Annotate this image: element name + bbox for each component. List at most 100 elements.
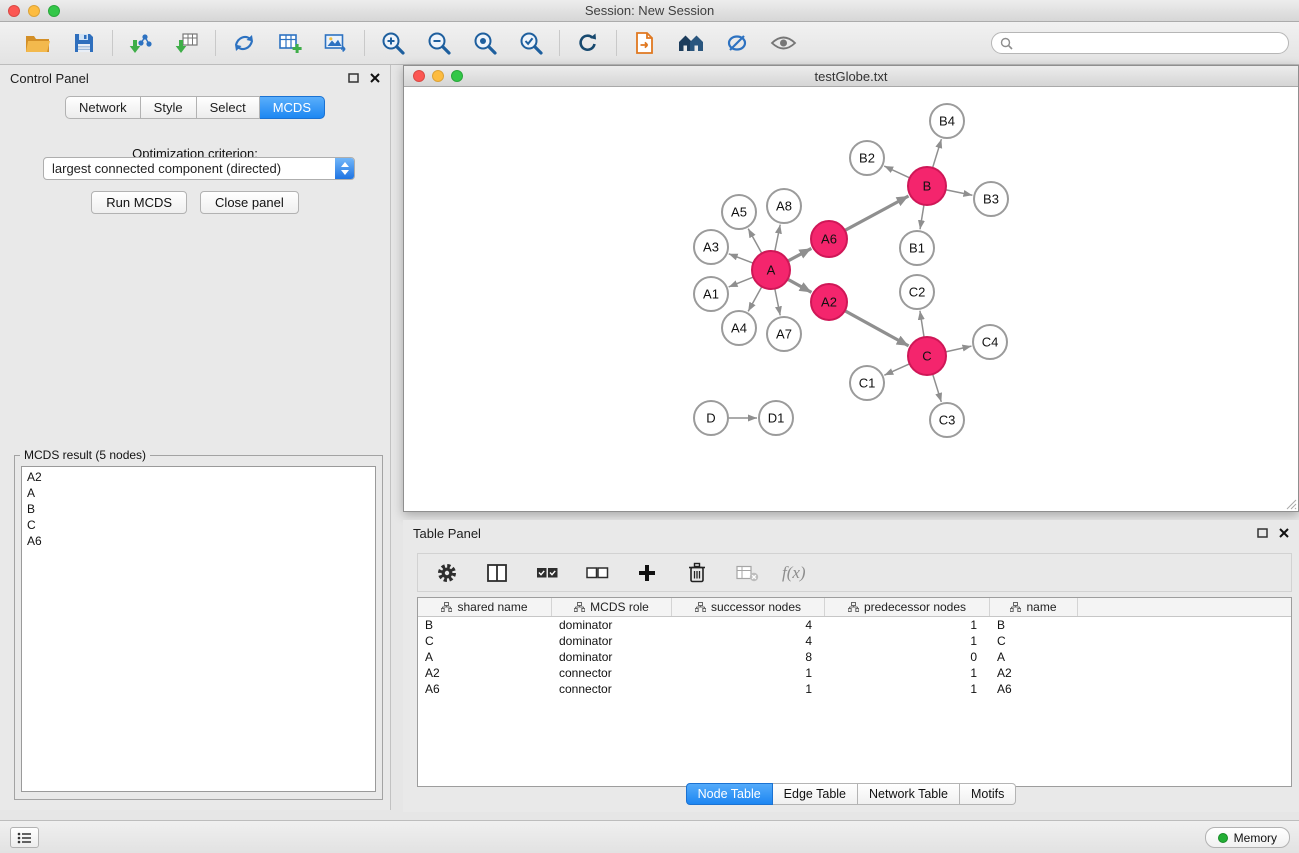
- delete-row-button[interactable]: [682, 558, 712, 588]
- run-mcds-button[interactable]: Run MCDS: [91, 191, 187, 214]
- graph-node-A7[interactable]: A7: [767, 317, 801, 351]
- resize-grip-icon[interactable]: [1286, 499, 1297, 510]
- graph-node-A[interactable]: A: [752, 251, 790, 289]
- graph-node-A1[interactable]: A1: [694, 277, 728, 311]
- graph-edge-A-A3[interactable]: [729, 254, 754, 263]
- optimization-criterion-select[interactable]: largest connected component (directed): [43, 157, 355, 180]
- column-header-shared-name[interactable]: shared name: [418, 598, 552, 616]
- mcds-result-item[interactable]: C: [27, 517, 370, 533]
- toggle-graphics-details-button[interactable]: [722, 28, 752, 58]
- new-network-button[interactable]: [229, 28, 259, 58]
- graph-node-C1[interactable]: C1: [850, 366, 884, 400]
- zoom-selected-region-button[interactable]: [516, 28, 546, 58]
- network-close-button[interactable]: [413, 70, 425, 82]
- graph-node-C3[interactable]: C3: [930, 403, 964, 437]
- add-row-button[interactable]: [632, 558, 662, 588]
- graph-edge-B-B3[interactable]: [946, 190, 973, 195]
- tab-motifs[interactable]: Motifs: [960, 783, 1016, 805]
- table-row[interactable]: A6connector11A6: [418, 681, 1291, 697]
- search-box[interactable]: [991, 32, 1289, 54]
- tab-node-table[interactable]: Node Table: [686, 783, 773, 805]
- graph-edge-B-B1[interactable]: [920, 205, 924, 229]
- search-input[interactable]: [1018, 36, 1280, 50]
- graph-edge-A-A2[interactable]: [788, 279, 812, 292]
- tab-mcds[interactable]: MCDS: [260, 96, 325, 119]
- tab-network[interactable]: Network: [65, 96, 141, 119]
- network-window-titlebar[interactable]: testGlobe.txt: [404, 66, 1298, 87]
- graph-edge-C-C4[interactable]: [946, 346, 972, 352]
- table-row[interactable]: A2connector11A2: [418, 665, 1291, 681]
- float-panel-icon[interactable]: [1257, 528, 1268, 538]
- graph-node-B3[interactable]: B3: [974, 182, 1008, 216]
- network-canvas[interactable]: B4B2BB3A5A8A6B1A3AC2A1A2A4A7C4CC1C3DD1: [404, 88, 1298, 511]
- graph-node-A5[interactable]: A5: [722, 195, 756, 229]
- tab-style[interactable]: Style: [141, 96, 197, 119]
- close-panel-icon[interactable]: [370, 73, 380, 83]
- column-header-predecessor-nodes[interactable]: predecessor nodes: [825, 598, 990, 616]
- zoom-out-button[interactable]: [424, 28, 454, 58]
- graph-edge-A-A8[interactable]: [775, 225, 780, 252]
- graph-node-B1[interactable]: B1: [900, 231, 934, 265]
- graph-edge-A-A7[interactable]: [775, 289, 780, 316]
- graph-node-A8[interactable]: A8: [767, 189, 801, 223]
- column-header-name[interactable]: name: [990, 598, 1078, 616]
- refresh-view-button[interactable]: [573, 28, 603, 58]
- graph-edge-A-A6[interactable]: [788, 248, 812, 261]
- graph-edge-A-A4[interactable]: [748, 287, 762, 312]
- graph-node-C[interactable]: C: [908, 337, 946, 375]
- zoom-in-button[interactable]: [378, 28, 408, 58]
- graph-node-B[interactable]: B: [908, 167, 946, 205]
- float-panel-icon[interactable]: [348, 73, 359, 83]
- table-row[interactable]: Adominator80A: [418, 649, 1291, 665]
- graph-node-B4[interactable]: B4: [930, 104, 964, 138]
- zoom-fit-button[interactable]: [470, 28, 500, 58]
- graph-edge-A2-C[interactable]: [845, 311, 909, 346]
- close-panel-button[interactable]: Close panel: [200, 191, 299, 214]
- graph-node-C2[interactable]: C2: [900, 275, 934, 309]
- graph-node-A3[interactable]: A3: [694, 230, 728, 264]
- graph-edge-C-C1[interactable]: [884, 364, 909, 375]
- network-minimize-button[interactable]: [432, 70, 444, 82]
- graph-node-C4[interactable]: C4: [973, 325, 1007, 359]
- graph-node-D[interactable]: D: [694, 401, 728, 435]
- memory-button[interactable]: Memory: [1205, 827, 1290, 848]
- graph-edge-A6-B[interactable]: [845, 196, 909, 230]
- graph-edge-A-A5[interactable]: [748, 229, 762, 254]
- home-button[interactable]: [676, 28, 706, 58]
- graph-node-B2[interactable]: B2: [850, 141, 884, 175]
- show-columns-button[interactable]: [482, 558, 512, 588]
- task-history-button[interactable]: [10, 827, 39, 848]
- graph-edge-C-C2[interactable]: [920, 311, 924, 337]
- mcds-result-item[interactable]: A2: [27, 469, 370, 485]
- table-row[interactable]: Cdominator41C: [418, 633, 1291, 649]
- mcds-result-list[interactable]: A2ABCA6: [21, 466, 376, 792]
- graph-edge-B-B4[interactable]: [933, 139, 942, 168]
- table-settings-button[interactable]: [432, 558, 462, 588]
- save-session-button[interactable]: [69, 28, 99, 58]
- minimize-window-button[interactable]: [28, 5, 40, 17]
- deselect-all-button[interactable]: [582, 558, 612, 588]
- close-panel-icon[interactable]: [1279, 528, 1289, 538]
- graph-node-A6[interactable]: A6: [811, 221, 847, 257]
- import-table-from-file-button[interactable]: [172, 28, 202, 58]
- table-row[interactable]: Bdominator41B: [418, 617, 1291, 633]
- mcds-result-item[interactable]: A6: [27, 533, 370, 549]
- show-hide-panel-button[interactable]: [768, 28, 798, 58]
- open-session-button[interactable]: [23, 28, 53, 58]
- network-zoom-button[interactable]: [451, 70, 463, 82]
- delete-table-button[interactable]: [732, 558, 762, 588]
- tab-network-table[interactable]: Network Table: [858, 783, 960, 805]
- mcds-result-item[interactable]: A: [27, 485, 370, 501]
- graph-node-D1[interactable]: D1: [759, 401, 793, 435]
- column-header-successor-nodes[interactable]: successor nodes: [672, 598, 825, 616]
- export-image-button[interactable]: [321, 28, 351, 58]
- graph-node-A2[interactable]: A2: [811, 284, 847, 320]
- column-header-MCDS-role[interactable]: MCDS role: [552, 598, 672, 616]
- function-builder-button[interactable]: f(x): [782, 563, 806, 583]
- graph-edge-B-B2[interactable]: [884, 166, 910, 178]
- select-all-button[interactable]: [532, 558, 562, 588]
- import-network-from-file-button[interactable]: [126, 28, 156, 58]
- mcds-result-item[interactable]: B: [27, 501, 370, 517]
- copy-document-button[interactable]: [630, 28, 660, 58]
- close-window-button[interactable]: [8, 5, 20, 17]
